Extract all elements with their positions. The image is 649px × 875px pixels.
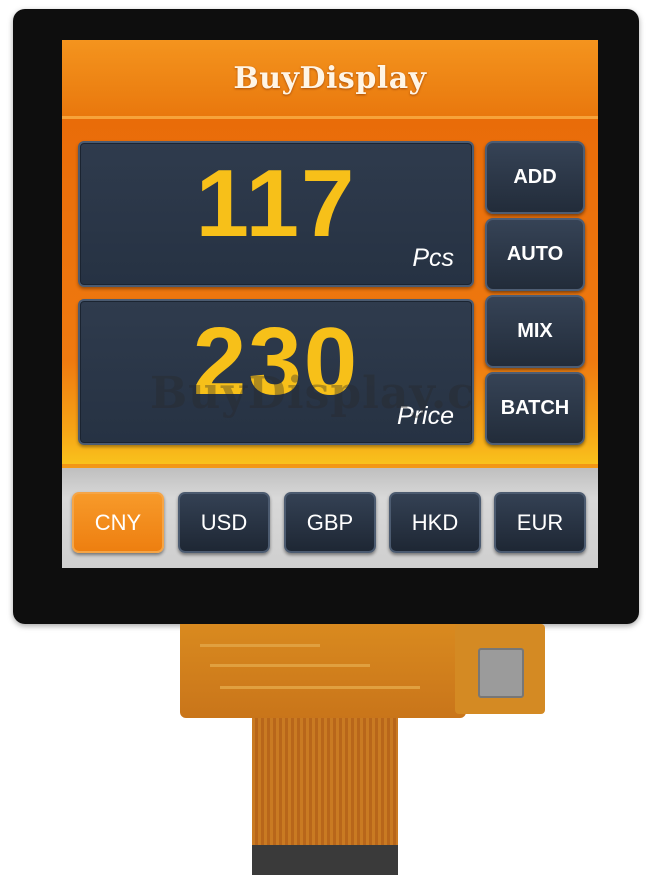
- price-unit: Price: [397, 402, 454, 430]
- add-button[interactable]: ADD: [485, 141, 585, 214]
- currency-hkd-button[interactable]: HKD: [389, 492, 481, 553]
- price-value: 230: [192, 308, 360, 415]
- auto-button[interactable]: AUTO: [485, 218, 585, 291]
- currency-gbp-button[interactable]: GBP: [284, 492, 376, 553]
- fpc-trace: [220, 686, 420, 689]
- ic-chip: [478, 648, 524, 698]
- mix-button[interactable]: MIX: [485, 295, 585, 368]
- fpc-trace: [210, 664, 370, 667]
- lcd-screen: BuyDisplay 117 Pcs 230 Price ADD AUTO MI…: [62, 40, 598, 568]
- fpc-connector: [180, 624, 466, 718]
- currency-cny-button[interactable]: CNY: [72, 492, 164, 553]
- currency-usd-button[interactable]: USD: [178, 492, 270, 553]
- header-bar: BuyDisplay: [62, 40, 598, 119]
- fpc-trace: [200, 644, 320, 647]
- currency-bar: CNY USD GBP HKD EUR: [62, 468, 598, 568]
- batch-button[interactable]: BATCH: [485, 372, 585, 445]
- brand-logo: BuyDisplay: [233, 60, 427, 96]
- count-unit: Pcs: [412, 244, 454, 272]
- count-display: 117 Pcs: [78, 141, 474, 287]
- count-value: 117: [195, 150, 357, 257]
- price-display: 230 Price: [78, 299, 474, 445]
- fpc-contacts: [252, 845, 398, 875]
- currency-eur-button[interactable]: EUR: [494, 492, 586, 553]
